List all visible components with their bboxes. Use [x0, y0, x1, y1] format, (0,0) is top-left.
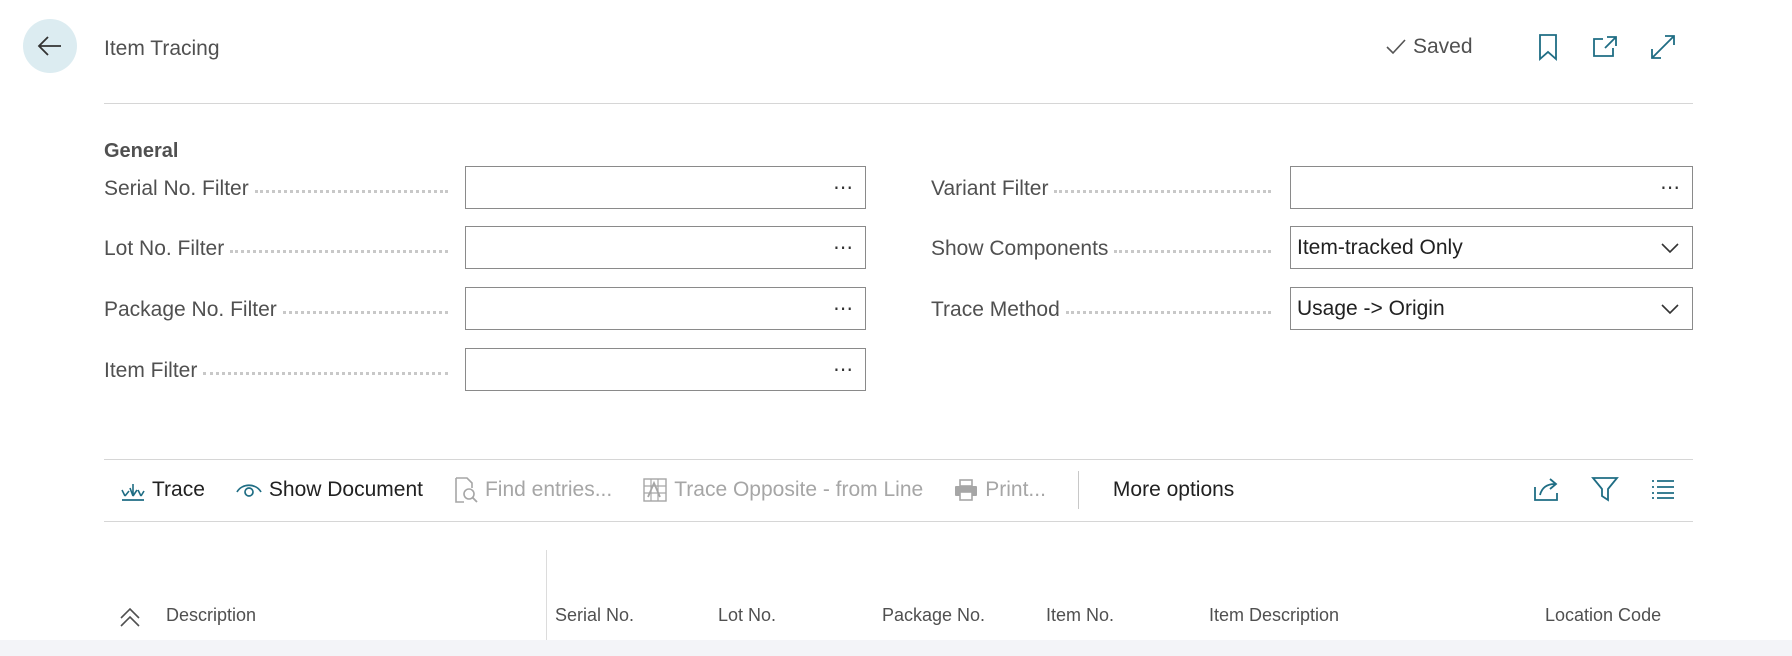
bottom-background-strip — [0, 640, 1792, 656]
header-divider — [104, 103, 1693, 104]
filter-icon — [1591, 477, 1619, 502]
double-chevron-up-icon — [120, 607, 140, 627]
trace-method-label: Trace Method — [931, 288, 1281, 332]
ellipsis-lookup-icon[interactable]: ⋯ — [827, 357, 859, 382]
show-components-label: Show Components — [931, 227, 1281, 271]
show-document-action[interactable]: Show Document — [235, 478, 423, 502]
checkmark-icon — [1386, 39, 1406, 55]
lot-no-filter-label-text: Lot No. Filter — [104, 237, 225, 260]
serial-no-filter-input[interactable]: ⋯ — [465, 166, 866, 209]
actionbar-bottom-divider — [104, 521, 1693, 522]
chevron-down-icon — [1654, 303, 1686, 315]
item-filter-input[interactable]: ⋯ — [465, 348, 866, 391]
saved-status: Saved — [1385, 35, 1473, 59]
share-icon — [1534, 478, 1558, 501]
list-view-button[interactable] — [1645, 471, 1681, 507]
column-header-item-description[interactable]: Item Description — [1209, 605, 1339, 626]
leader-dots — [282, 310, 448, 314]
ellipsis-lookup-icon[interactable]: ⋯ — [827, 296, 859, 321]
column-header-description[interactable]: Description — [166, 605, 256, 626]
trace-opposite-action[interactable]: Trace Opposite - from Line — [642, 477, 923, 503]
list-icon — [1652, 480, 1674, 499]
column-header-lot-no[interactable]: Lot No. — [718, 605, 776, 626]
printer-icon — [955, 479, 978, 501]
item-filter-label-text: Item Filter — [104, 359, 198, 382]
trace-label: Trace — [152, 478, 205, 501]
collapse-all-button[interactable] — [118, 606, 142, 633]
open-new-window-button[interactable] — [1589, 31, 1621, 63]
trace-action[interactable]: Trace — [120, 478, 205, 502]
chevron-down-icon — [1654, 242, 1686, 254]
show-components-value: Item-tracked Only — [1297, 235, 1463, 259]
variant-filter-input[interactable]: ⋯ — [1290, 166, 1693, 209]
leader-dots — [1114, 249, 1271, 253]
lot-no-filter-label: Lot No. Filter — [104, 227, 458, 271]
trace-method-label-text: Trace Method — [931, 298, 1060, 321]
find-entries-label: Find entries... — [484, 478, 613, 501]
saved-label: Saved — [1413, 35, 1473, 58]
lot-no-filter-input[interactable]: ⋯ — [465, 226, 866, 269]
more-options-label: More options — [1112, 478, 1235, 501]
serial-no-filter-label-text: Serial No. Filter — [104, 177, 249, 200]
variant-filter-label: Variant Filter — [931, 167, 1281, 211]
show-components-select[interactable]: Item-tracked Only — [1290, 226, 1693, 269]
column-header-location-code[interactable]: Location Code — [1545, 605, 1661, 626]
ellipsis-lookup-icon[interactable]: ⋯ — [1654, 175, 1686, 200]
find-entries-icon — [455, 477, 478, 503]
leader-dots — [1054, 189, 1271, 193]
trace-opposite-label: Trace Opposite - from Line — [674, 478, 924, 501]
page-title: Item Tracing — [104, 37, 220, 60]
print-action[interactable]: Print... — [953, 478, 1046, 502]
actionbar-separator — [1077, 471, 1079, 509]
leader-dots — [203, 371, 448, 375]
package-no-filter-input[interactable]: ⋯ — [465, 287, 866, 330]
arrow-left-icon — [37, 36, 61, 56]
package-no-filter-label-text: Package No. Filter — [104, 298, 277, 321]
trace-method-select[interactable]: Usage -> Origin — [1290, 287, 1693, 330]
show-components-label-text: Show Components — [931, 237, 1109, 260]
share-button[interactable] — [1529, 471, 1565, 507]
print-label: Print... — [985, 478, 1046, 501]
item-filter-label: Item Filter — [104, 349, 458, 393]
bookmark-icon — [1539, 34, 1557, 61]
action-bar: Trace Show Document Find entries... Trac… — [104, 460, 1693, 520]
ellipsis-lookup-icon[interactable]: ⋯ — [827, 175, 859, 200]
back-button[interactable] — [23, 19, 77, 73]
expand-icon — [1651, 35, 1675, 59]
filter-button[interactable] — [1587, 471, 1623, 507]
eye-icon — [236, 484, 262, 497]
trace-opposite-icon — [643, 478, 667, 502]
grid-column-divider — [546, 550, 547, 642]
leader-dots — [254, 189, 448, 193]
ellipsis-lookup-icon[interactable]: ⋯ — [827, 235, 859, 260]
bookmark-button[interactable] — [1532, 31, 1564, 63]
trace-method-value: Usage -> Origin — [1297, 296, 1445, 320]
serial-no-filter-label: Serial No. Filter — [104, 167, 458, 211]
expand-button[interactable] — [1647, 31, 1679, 63]
more-options-action[interactable]: More options — [1113, 478, 1234, 502]
open-in-new-window-icon — [1593, 36, 1617, 57]
leader-dots — [230, 249, 448, 253]
package-no-filter-label: Package No. Filter — [104, 288, 458, 332]
variant-filter-label-text: Variant Filter — [931, 177, 1049, 200]
show-document-label: Show Document — [268, 478, 423, 501]
find-entries-action[interactable]: Find entries... — [453, 476, 612, 504]
column-header-package-no[interactable]: Package No. — [882, 605, 985, 626]
column-header-item-no[interactable]: Item No. — [1046, 605, 1114, 626]
section-title-general: General — [104, 140, 179, 162]
trace-icon — [121, 484, 145, 501]
column-header-serial-no[interactable]: Serial No. — [555, 605, 634, 626]
leader-dots — [1065, 310, 1271, 314]
